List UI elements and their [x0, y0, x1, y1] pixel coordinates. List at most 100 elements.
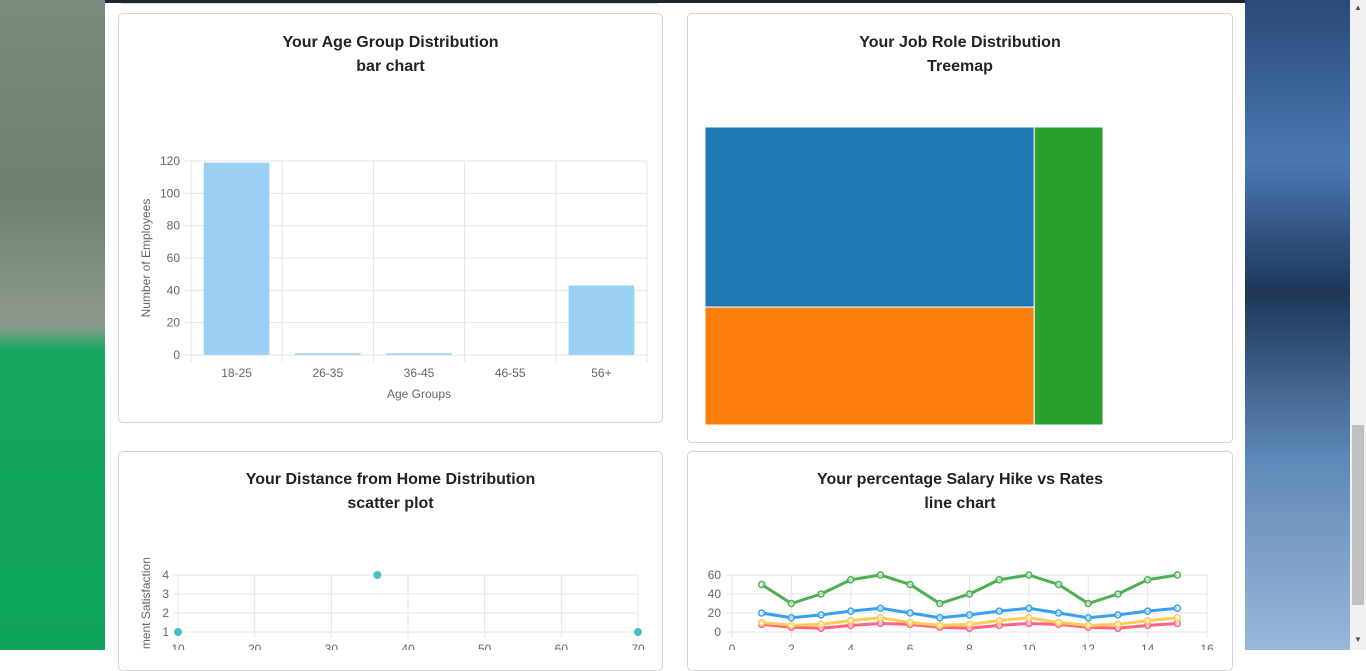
x-tick-label: 14: [1141, 642, 1155, 650]
series-point: [876, 614, 885, 622]
y-tick-label: 60: [708, 568, 722, 582]
age-bar-chart: 0 20 40 60 80 100 120 18-25 26-35 36-45 46-55 56+ Ag…: [139, 154, 648, 401]
salary-line-chart: 0 20 40 60 0 2 4 6 8 10 12 14 16: [708, 568, 1214, 650]
series-point: [1114, 590, 1122, 598]
scrollbar-thumb[interactable]: [1352, 425, 1364, 605]
series-point: [817, 590, 825, 598]
series-point: [1143, 616, 1152, 625]
y-axis-title: Environment Satisfaction: [139, 557, 153, 650]
x-tick-label: 20: [248, 642, 262, 650]
series-point: [936, 614, 944, 622]
scatter-point: [634, 628, 642, 636]
y-tick-label: 80: [167, 219, 181, 233]
series-point: [787, 621, 796, 630]
series-point: [817, 620, 825, 629]
series-point: [757, 580, 766, 589]
y-tick-label: 1: [162, 625, 169, 639]
x-tick-label: 6: [907, 642, 914, 650]
y-tick-label: 60: [167, 251, 181, 265]
treemap-cell: [704, 306, 1035, 426]
y-tick-label: 20: [708, 606, 722, 620]
x-tick-label: 10: [171, 642, 185, 650]
series-point: [757, 609, 766, 617]
series-point: [995, 607, 1003, 615]
y-tick-label: 40: [167, 283, 181, 297]
x-tick-label: 2: [788, 642, 795, 650]
bar: [568, 285, 635, 355]
salary-card: Your percentage Salary Hike vs Rates lin…: [687, 451, 1233, 671]
bar: [294, 353, 361, 355]
x-tick-label: 18-25: [221, 366, 252, 380]
bar: [386, 353, 452, 355]
series-point: [876, 604, 885, 612]
x-tick-label: 16: [1200, 642, 1214, 650]
series-point: [965, 611, 974, 619]
distance-scatter-plot: 1 2 3 4 10 20 30 40 50 60 70 Environment Satisfacti…: [139, 557, 645, 650]
x-tick-label: 12: [1082, 642, 1096, 650]
scatter-point: [373, 571, 382, 579]
y-tick-label: 4: [162, 568, 169, 582]
series-point: [1173, 604, 1182, 612]
distance-card: Your Distance from Home Distribution sca…: [118, 451, 663, 671]
background-image-right: [1245, 0, 1350, 650]
series-point: [965, 590, 974, 598]
y-axis-title: Number of Employees: [139, 199, 153, 318]
series-point: [1084, 614, 1092, 622]
series-point: [936, 599, 944, 608]
x-tick-label: 40: [401, 642, 415, 650]
scroll-down-icon[interactable]: ▼: [1352, 634, 1364, 646]
series-point: [1143, 576, 1152, 584]
y-tick-label: 120: [160, 154, 180, 168]
job-role-card: Your Job Role Distribution Treemap: [687, 13, 1233, 443]
series-point: [847, 607, 855, 615]
series-point: [995, 616, 1003, 625]
top-bar: [105, 0, 1245, 3]
x-tick-label: 8: [966, 642, 973, 650]
x-tick-label: 36-45: [404, 366, 435, 380]
bar: [203, 162, 270, 355]
x-tick-label: 10: [1022, 642, 1036, 650]
treemap-cell: [1033, 126, 1104, 426]
series-point: [1173, 614, 1182, 622]
x-tick-label: 56+: [591, 366, 611, 380]
series-point: [995, 576, 1003, 584]
y-tick-label: 0: [714, 625, 721, 639]
x-tick-label: 50: [478, 642, 492, 650]
y-tick-label: 100: [160, 186, 180, 200]
y-tick-label: 2: [162, 606, 169, 620]
series-point: [876, 571, 885, 579]
series-point: [936, 621, 944, 630]
x-tick-label: 30: [325, 642, 339, 650]
series-point: [1054, 618, 1063, 627]
y-tick-label: 3: [162, 587, 169, 601]
scroll-up-icon[interactable]: ▲: [1352, 2, 1364, 14]
series-point: [965, 620, 974, 629]
series-point: [1114, 620, 1122, 629]
x-tick-label: 4: [847, 642, 854, 650]
x-tick-label: 46-55: [495, 366, 526, 380]
x-tick-label: 0: [729, 642, 736, 650]
series-point: [847, 616, 855, 625]
series-point: [1084, 621, 1092, 630]
age-group-card: Your Age Group Distribution bar chart 02…: [118, 13, 663, 423]
series-point: [817, 611, 825, 619]
y-tick-label: 20: [167, 316, 181, 330]
series-point: [847, 576, 855, 584]
series-point: [1054, 609, 1063, 617]
series-point: [1054, 580, 1063, 589]
series-point: [906, 618, 914, 627]
x-tick-label: 70: [631, 642, 645, 650]
series-point: [1084, 599, 1092, 608]
y-tick-label: 40: [708, 587, 722, 601]
series-point: [1143, 607, 1152, 615]
series-point: [1025, 604, 1033, 612]
series-point: [1025, 614, 1033, 622]
treemap-cell: [704, 126, 1035, 308]
x-tick-label: 60: [555, 642, 569, 650]
scatter-point: [174, 628, 182, 636]
dashboard-page: Your Age Group Distribution bar chart 02…: [105, 0, 1245, 671]
series-point: [787, 599, 796, 608]
series-point: [757, 618, 766, 627]
job-role-treemap: [704, 126, 1104, 426]
series-point: [1025, 571, 1033, 579]
